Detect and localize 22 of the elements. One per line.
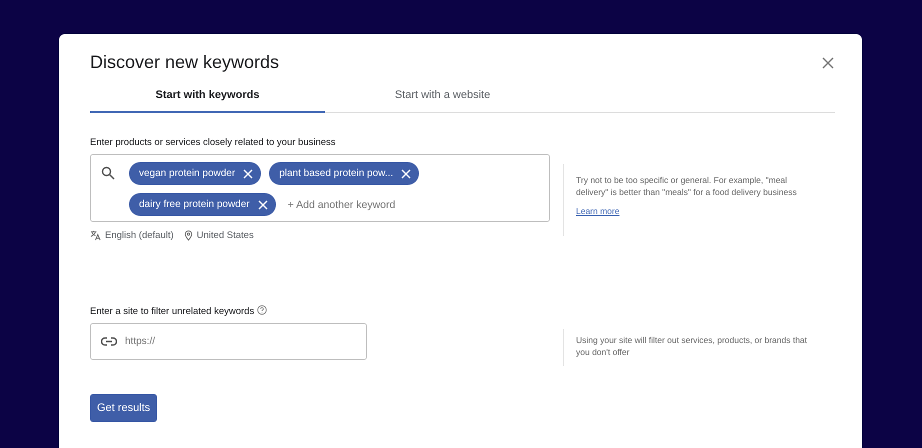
- learn-more-link[interactable]: Learn more: [576, 204, 620, 217]
- location-pin-icon: [184, 230, 193, 241]
- field-label: Enter products or services closely related to your business: [90, 137, 336, 148]
- field-label: Enter a site to filter unrelated keywords: [90, 306, 254, 317]
- hint-text: Using your site will filter out services, products, or brands that you don't offer: [576, 334, 808, 359]
- get-results-button[interactable]: Get results: [90, 394, 158, 422]
- search-icon: [101, 166, 115, 180]
- keyword-chip[interactable]: vegan protein powder: [129, 162, 262, 185]
- link-icon: [101, 337, 117, 346]
- keyword-chip[interactable]: dairy free protein powder: [129, 193, 276, 216]
- close-icon[interactable]: [821, 56, 835, 70]
- location-setting[interactable]: United States: [196, 230, 254, 241]
- keyword-field[interactable]: vegan protein powder plant based protein pow... dairy free protein powder + Add another keyword: [90, 154, 550, 222]
- translate-icon: [90, 230, 101, 241]
- tab[interactable]: Start with keywords: [90, 83, 325, 113]
- hint-text: Try not to be too specific or general. For example, "meal delivery" is better than "meals" for a food delivery business: [576, 174, 798, 199]
- keyword-chip[interactable]: plant based protein pow...: [269, 162, 420, 185]
- language-setting[interactable]: English (default): [105, 230, 174, 241]
- tab[interactable]: Start with a website: [325, 83, 560, 113]
- help-icon[interactable]: [257, 304, 268, 314]
- website-field[interactable]: https://: [90, 323, 367, 360]
- dialog-title: Discover new keywords: [90, 52, 280, 73]
